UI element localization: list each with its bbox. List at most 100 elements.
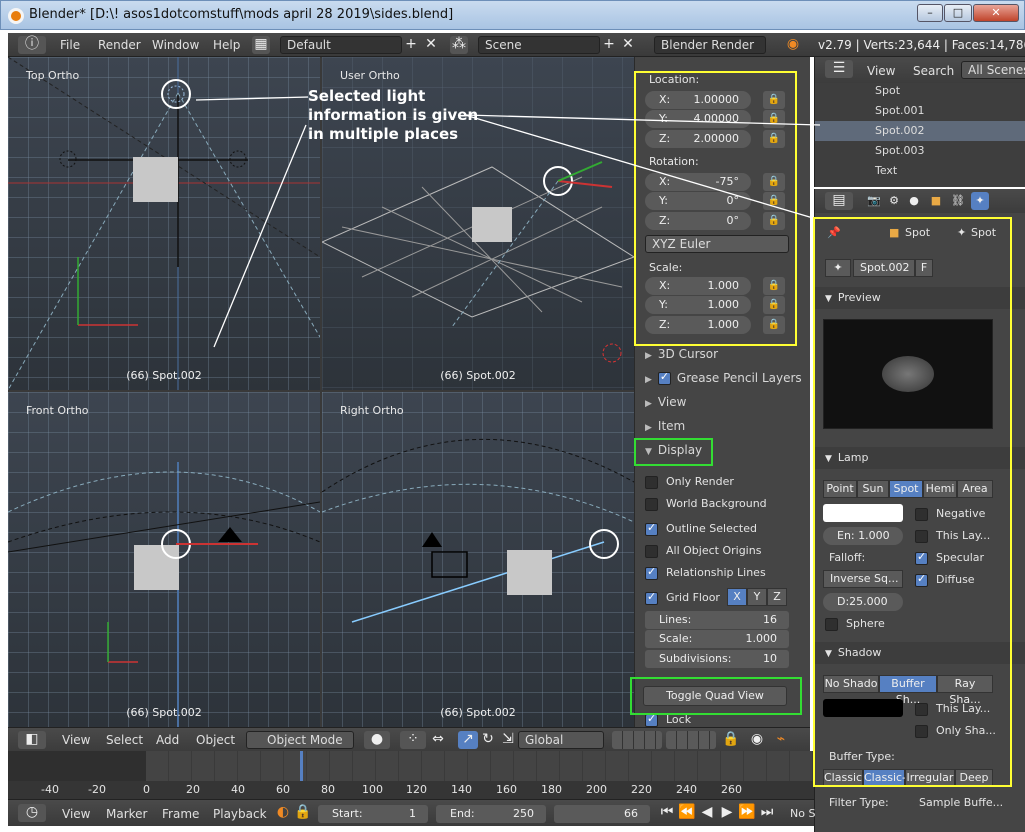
add-layout-icon[interactable]: +	[402, 36, 420, 54]
blender-logo-icon	[8, 8, 24, 24]
lock-layers-icon[interactable]: 🔒	[722, 731, 740, 749]
lamp-data-tab-icon[interactable]: ✦	[971, 192, 989, 210]
render-engine-select[interactable]: Blender Render	[654, 36, 766, 54]
3d-view-editor-icon[interactable]: ◧	[18, 731, 46, 749]
3d-viewport[interactable]: Top Ortho (66) Spot.002 User Ortho (66) …	[8, 57, 634, 727]
maximize-button[interactable]: □	[944, 4, 972, 22]
tick-label: 160	[496, 783, 517, 796]
start-frame-field[interactable]: Start: 1	[318, 805, 428, 823]
timeline-menu-marker[interactable]: Marker	[106, 807, 147, 821]
menu-file[interactable]: File	[60, 38, 80, 52]
outline-selected-checkbox[interactable]: Outline Selected	[645, 521, 757, 536]
grid-axis-x-button[interactable]: X	[727, 588, 747, 606]
3d-menu-object[interactable]: Object	[196, 733, 235, 747]
annotation-text: Selected light information is given in mul…	[308, 87, 479, 143]
outliner-item-selected[interactable]: Spot.002	[815, 121, 1025, 141]
preview-range-lock-icon[interactable]: 🔒	[294, 804, 312, 822]
only-render-checkbox[interactable]: Only Render	[645, 475, 734, 489]
timeline[interactable]: -40 -20 0 20 40 60 80 100 120 140 160 18…	[8, 751, 814, 799]
remove-scene-icon[interactable]: ✕	[619, 36, 637, 54]
highlight-transform	[634, 71, 797, 346]
title-bar: Blender* [D:\! asos1dotcomstuff\mods apr…	[0, 0, 1025, 30]
outliner-menu-search[interactable]: Search	[913, 64, 954, 78]
menu-help[interactable]: Help	[213, 38, 240, 52]
outliner-editor-icon[interactable]: ☰	[825, 60, 853, 78]
world-tab-icon[interactable]: ●	[905, 192, 923, 210]
lock-checkbox[interactable]: Lock	[645, 712, 691, 727]
3d-menu-select[interactable]: Select	[106, 733, 143, 747]
timeline-header: ◷ View Marker Frame Playback ◐ 🔒 Start: 1…	[8, 799, 815, 826]
jump-keyframe-back-icon[interactable]: ⏪	[678, 804, 696, 822]
outliner-display-mode[interactable]: All Scenes	[961, 61, 1025, 79]
close-button[interactable]: ✕	[973, 4, 1019, 22]
outliner-item[interactable]: Spot.001	[815, 101, 1025, 121]
add-scene-icon[interactable]: +	[600, 36, 618, 54]
scene-field[interactable]: Scene	[478, 36, 600, 54]
rotate-manipulator-icon[interactable]: ↻	[478, 731, 498, 749]
timeline-menu-frame[interactable]: Frame	[162, 807, 199, 821]
outliner-item[interactable]: Spot	[815, 81, 1025, 101]
section-3d-cursor[interactable]: ▶ 3D Cursor	[645, 347, 718, 361]
grid-scale-field[interactable]: Scale: 1.000	[645, 630, 789, 648]
jump-end-icon[interactable]: ⏭	[758, 804, 776, 822]
info-header: ⓘ File Render Window Help ▦ Default + ✕ …	[8, 33, 1025, 57]
grid-axis-z-button[interactable]: Z	[767, 588, 787, 606]
menu-window[interactable]: Window	[152, 38, 199, 52]
current-frame-field[interactable]: 66	[554, 805, 650, 823]
all-origins-checkbox[interactable]: All Object Origins	[645, 544, 761, 558]
shading-icon[interactable]: ●	[364, 731, 390, 749]
layer-buttons[interactable]	[612, 731, 662, 749]
layout-field[interactable]: Default	[280, 36, 402, 54]
3d-menu-view[interactable]: View	[62, 733, 90, 747]
layout-icon[interactable]: ▦	[252, 36, 270, 54]
keying-icon[interactable]: ◐	[274, 804, 292, 822]
interaction-mode-select[interactable]: Object Mode	[246, 731, 354, 749]
layer-buttons-2[interactable]	[666, 731, 716, 749]
snap-icon[interactable]: ⌁	[772, 731, 790, 749]
3d-menu-add[interactable]: Add	[156, 733, 179, 747]
object-tab-icon[interactable]: ■	[927, 192, 945, 210]
timeline-menu-playback[interactable]: Playback	[213, 807, 267, 821]
section-grease-pencil[interactable]: ▶Grease Pencil Layers	[645, 370, 802, 385]
timeline-editor-icon[interactable]: ◷	[18, 804, 46, 822]
current-frame-marker[interactable]	[300, 751, 303, 781]
minimize-button[interactable]: –	[917, 4, 943, 22]
transform-orientation-select[interactable]: Global	[518, 731, 604, 749]
play-icon[interactable]: ▶	[718, 804, 736, 822]
tick-label: -20	[88, 783, 106, 796]
relationship-lines-checkbox[interactable]: Relationship Lines	[645, 565, 766, 580]
sync-mode-select[interactable]: No S	[790, 807, 815, 820]
grid-floor-checkbox[interactable]: Grid Floor	[645, 590, 720, 605]
constraints-tab-icon[interactable]: ⛓	[949, 192, 967, 210]
world-background-checkbox[interactable]: World Background	[645, 497, 767, 511]
tick-label: 200	[586, 783, 607, 796]
scale-manipulator-icon[interactable]: ⇲	[498, 731, 518, 749]
timeline-menu-view[interactable]: View	[62, 807, 90, 821]
grid-subdivisions-field[interactable]: Subdivisions: 10	[645, 650, 789, 668]
properties-editor-icon[interactable]: ▤	[825, 192, 853, 210]
tick-label: 100	[362, 783, 383, 796]
translate-manipulator-icon[interactable]: ↗	[458, 731, 478, 749]
info-editor-icon[interactable]: ⓘ	[18, 36, 46, 54]
grid-axis-y-button[interactable]: Y	[747, 588, 767, 606]
jump-start-icon[interactable]: ⏮	[658, 804, 676, 822]
transform-manipulator-icon[interactable]: ⇔	[428, 731, 448, 749]
tick-label: 220	[631, 783, 652, 796]
scene-tab-icon[interactable]: ⚙	[885, 192, 903, 210]
jump-keyframe-forward-icon[interactable]: ⏩	[738, 804, 756, 822]
grid-lines-field[interactable]: Lines: 16	[645, 611, 789, 629]
outliner-item[interactable]: Text	[815, 161, 1025, 181]
highlight-display	[634, 438, 713, 466]
pivot-icon[interactable]: ⁘	[400, 731, 426, 749]
menu-render[interactable]: Render	[98, 38, 141, 52]
outliner-item[interactable]: Spot.003	[815, 141, 1025, 161]
section-view[interactable]: ▶ View	[645, 395, 686, 409]
outliner-menu-view[interactable]: View	[867, 64, 895, 78]
remove-layout-icon[interactable]: ✕	[422, 36, 440, 54]
play-reverse-icon[interactable]: ◀	[698, 804, 716, 822]
scene-icon[interactable]: ⁂	[450, 36, 468, 54]
render-tab-icon[interactable]: 📷	[865, 192, 883, 210]
end-frame-field[interactable]: End: 250	[436, 805, 546, 823]
render-preview-icon[interactable]: ◉	[748, 731, 766, 749]
section-item[interactable]: ▶ Item	[645, 419, 685, 433]
